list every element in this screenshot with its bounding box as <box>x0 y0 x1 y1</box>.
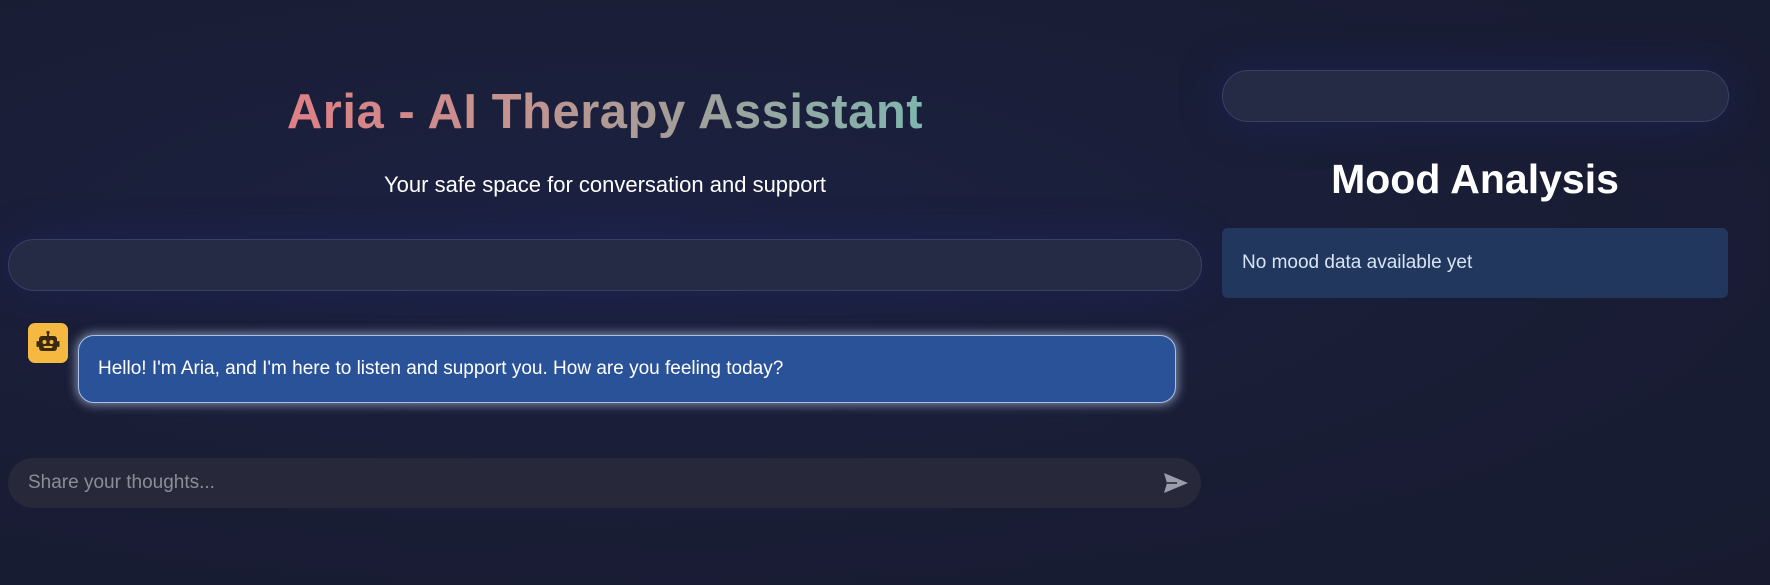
empty-status-bar <box>8 239 1202 291</box>
page-subtitle: Your safe space for conversation and sup… <box>384 172 826 197</box>
message-input-bar <box>8 458 1201 508</box>
assistant-message: Hello! I'm Aria, and I'm here to listen … <box>78 335 1176 403</box>
chat-panel: Aria - AI Therapy Assistant Your safe sp… <box>8 0 1202 585</box>
assistant-avatar <box>28 323 68 363</box>
assistant-message-text: Hello! I'm Aria, and I'm here to listen … <box>98 358 784 379</box>
robot-icon <box>36 330 60 351</box>
message-input[interactable] <box>28 458 1128 508</box>
mood-analysis-title: Mood Analysis <box>1331 156 1619 202</box>
page-title-text: Aria - AI Therapy Assistant <box>286 85 924 139</box>
send-button[interactable] <box>1163 471 1189 495</box>
empty-side-bar <box>1222 70 1729 122</box>
send-icon <box>1164 473 1188 493</box>
mood-panel: Mood Analysis No mood data available yet <box>1222 0 1729 585</box>
mood-status-text: No mood data available yet <box>1242 252 1473 273</box>
mood-status-box: No mood data available yet <box>1222 228 1728 298</box>
page-title: Aria - AI Therapy Assistant <box>8 84 1202 140</box>
